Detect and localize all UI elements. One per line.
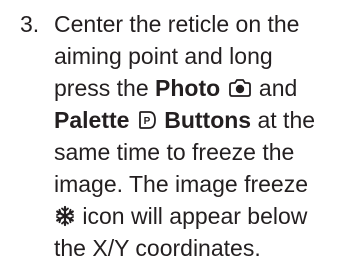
palette-button-label: Palette — [54, 107, 130, 133]
step-number: 3. — [20, 11, 40, 37]
text-line-3-end: and — [252, 75, 298, 101]
text-line-4-end: at the — [251, 107, 316, 133]
text-line-3-start: press the — [54, 75, 155, 101]
palette-p-icon: P — [136, 109, 158, 131]
step-text: Center the reticle on the aiming point a… — [54, 8, 337, 264]
text-line-7-end: icon will appear below — [76, 203, 308, 229]
text-line-5: same time to freeze the — [54, 139, 295, 165]
buttons-label: Buttons — [164, 107, 252, 133]
snowflake-icon — [54, 205, 76, 227]
svg-text:P: P — [143, 116, 150, 127]
text-line-3: press the Photo and — [54, 72, 337, 104]
camera-icon — [227, 77, 253, 99]
text-line-4: Palette P Buttons at the — [54, 104, 337, 136]
instruction-step: 3. Center the reticle on the aiming poin… — [0, 0, 337, 261]
text-line-8: the X/Y coordinates. — [54, 235, 261, 261]
text-line-2: aiming point and long — [54, 43, 273, 69]
text-line-1: Center the reticle on the — [54, 11, 300, 37]
photo-button-label: Photo — [155, 75, 221, 101]
text-line-6: image. The image freeze — [54, 171, 308, 197]
text-line-7: icon will appear below — [54, 200, 337, 232]
